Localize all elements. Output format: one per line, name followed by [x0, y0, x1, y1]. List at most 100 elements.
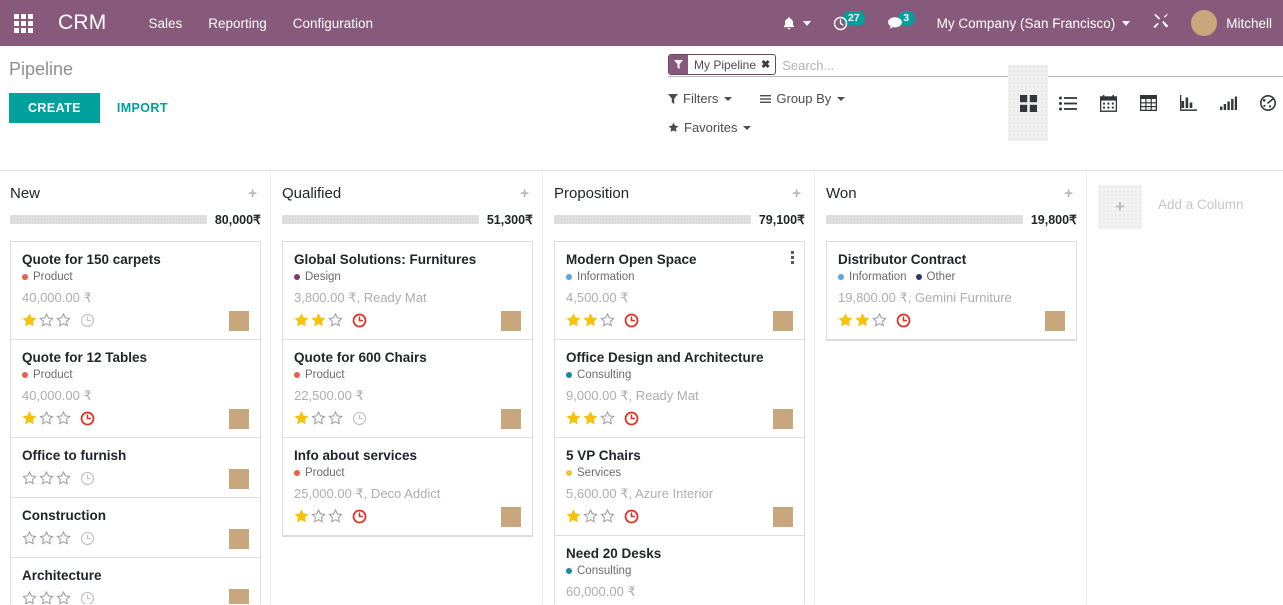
priority-stars[interactable]	[22, 470, 71, 486]
kanban-card[interactable]: Office to furnish	[10, 437, 261, 497]
kanban-card[interactable]: Quote for 150 carpets Product 40,000.00 ₹	[10, 241, 261, 339]
view-button-list[interactable]	[1048, 65, 1088, 141]
kanban-column-title[interactable]: Won	[826, 185, 857, 203]
user-menu[interactable]: Mitchell	[1180, 0, 1283, 46]
activity-clock-overdue-icon[interactable]	[896, 313, 911, 328]
search-dropdowns: Filters Group By Favorites	[668, 89, 998, 147]
activity-clock-overdue-icon[interactable]	[624, 411, 639, 426]
kanban-card-footer	[22, 309, 249, 331]
favorites-dropdown[interactable]: Favorites	[668, 118, 752, 137]
kanban-card-amount: 22,500.00 ₹	[294, 388, 364, 403]
kanban-card[interactable]: Construction	[10, 497, 261, 557]
activity-clock-icon[interactable]	[80, 471, 95, 486]
menu-item-configuration[interactable]: Configuration	[293, 12, 373, 35]
tag-badge: Services	[566, 467, 621, 479]
priority-stars[interactable]	[22, 590, 71, 604]
activity-clock-icon[interactable]	[80, 591, 95, 604]
tag-color-dot	[294, 274, 300, 280]
priority-stars[interactable]	[22, 312, 71, 328]
view-button-pivot[interactable]	[1128, 65, 1168, 141]
create-button[interactable]: CREATE	[9, 93, 100, 123]
user-avatar	[229, 409, 249, 429]
ascending-bars-icon	[1219, 96, 1237, 110]
priority-stars[interactable]	[838, 312, 887, 328]
progress-bar[interactable]	[10, 215, 207, 224]
activity-clock-overdue-icon[interactable]	[624, 313, 639, 328]
kanban-column-title[interactable]: Proposition	[554, 185, 629, 203]
menu-item-reporting[interactable]: Reporting	[208, 12, 267, 35]
kanban-column-title[interactable]: Qualified	[282, 185, 341, 203]
kanban-card-footer	[838, 309, 1065, 331]
messages-menu[interactable]: 3	[876, 0, 926, 46]
pivot-table-icon	[1139, 95, 1157, 111]
developer-tools-menu[interactable]	[1141, 0, 1180, 46]
activities-menu[interactable]: 27	[822, 0, 876, 46]
priority-stars[interactable]	[566, 410, 615, 426]
card-options-menu-icon[interactable]	[789, 249, 796, 266]
progress-bar[interactable]	[554, 215, 751, 224]
kanban-card-amount: 40,000.00 ₹	[22, 388, 92, 403]
user-avatar	[501, 507, 521, 527]
plus-icon[interactable]: +	[1060, 185, 1077, 202]
plus-icon[interactable]: +	[516, 185, 533, 202]
kanban-card[interactable]: Need 20 Desks Consulting 60,000.00 ₹	[554, 535, 805, 604]
activity-clock-icon[interactable]	[80, 313, 95, 328]
plus-icon[interactable]: +	[788, 185, 805, 202]
kanban-card-title: Distributor Contract	[838, 252, 967, 267]
chevron-down-icon	[837, 96, 846, 101]
add-column-area[interactable]: + Add a Column	[1088, 171, 1283, 604]
kanban-card[interactable]: Quote for 12 Tables Product 40,000.00 ₹	[10, 339, 261, 437]
kanban-card[interactable]: 5 VP Chairs Services 5,600.00 ₹, Azure Int…	[554, 437, 805, 535]
app-brand-crm[interactable]: CRM	[58, 11, 106, 35]
apps-menu-toggle[interactable]	[0, 0, 46, 46]
menu-item-sales[interactable]: Sales	[148, 12, 182, 35]
tag-label: Consulting	[577, 565, 632, 577]
kanban-column-title[interactable]: New	[10, 185, 40, 203]
user-avatar	[229, 469, 249, 489]
activity-clock-overdue-icon[interactable]	[624, 509, 639, 524]
close-icon[interactable]: ✖	[761, 55, 775, 74]
priority-stars[interactable]	[294, 312, 343, 328]
activity-clock-overdue-icon[interactable]	[352, 313, 367, 328]
priority-stars[interactable]	[566, 508, 615, 524]
kanban-card-title: Architecture	[22, 568, 102, 583]
kanban-card[interactable]: Global Solutions: Furnitures Design 3,800.…	[282, 241, 533, 339]
progress-bar[interactable]	[826, 215, 1023, 224]
view-button-calendar[interactable]	[1088, 65, 1128, 141]
add-column-plus-icon[interactable]: +	[1098, 185, 1142, 229]
kanban-card[interactable]: Architecture	[10, 557, 261, 604]
progress-bar[interactable]	[282, 215, 479, 224]
group-by-dropdown[interactable]: Group By	[760, 89, 846, 108]
tag-color-dot	[566, 470, 572, 476]
kanban-card[interactable]: Office Design and Architecture Consulting…	[554, 339, 805, 437]
view-button-kanban[interactable]	[1008, 65, 1048, 141]
view-button-cohort[interactable]	[1208, 65, 1248, 141]
view-button-graph[interactable]	[1168, 65, 1208, 141]
filters-dropdown[interactable]: Filters	[668, 89, 733, 108]
priority-stars[interactable]	[22, 410, 71, 426]
activity-clock-overdue-icon[interactable]	[352, 509, 367, 524]
plus-icon[interactable]: +	[244, 185, 261, 202]
activity-clock-icon[interactable]	[80, 531, 95, 546]
kanban-card[interactable]: Info about services Product 25,000.00 ₹, D…	[282, 437, 533, 536]
company-switcher[interactable]: My Company (San Francisco)	[926, 0, 1142, 46]
view-button-dashboard[interactable]	[1248, 65, 1283, 141]
breadcrumb[interactable]: Pipeline	[9, 58, 660, 80]
add-column-label[interactable]: Add a Column	[1158, 197, 1244, 212]
notifications-dropdown[interactable]	[771, 0, 822, 46]
import-button[interactable]: IMPORT	[100, 93, 185, 123]
kanban-card[interactable]: Modern Open Space Information 4,500.00 ₹	[554, 241, 805, 339]
priority-stars[interactable]	[566, 312, 615, 328]
favorites-label: Favorites	[684, 120, 738, 135]
priority-stars[interactable]	[22, 530, 71, 546]
tag-label: Other	[926, 271, 956, 283]
activity-clock-icon[interactable]	[352, 411, 367, 426]
kanban-card[interactable]: Distributor Contract Information Other 19,8…	[826, 241, 1077, 340]
activity-clock-overdue-icon[interactable]	[80, 411, 95, 426]
kanban-column: Proposition +79,100₹ Modern Open Space Info…	[544, 171, 816, 604]
kanban-card[interactable]: Quote for 600 Chairs Product 22,500.00 ₹	[282, 339, 533, 437]
search-facet-my-pipeline[interactable]: My Pipeline ✖	[668, 54, 777, 75]
priority-stars[interactable]	[294, 410, 343, 426]
tag-badge: Product	[294, 369, 345, 381]
priority-stars[interactable]	[294, 508, 343, 524]
